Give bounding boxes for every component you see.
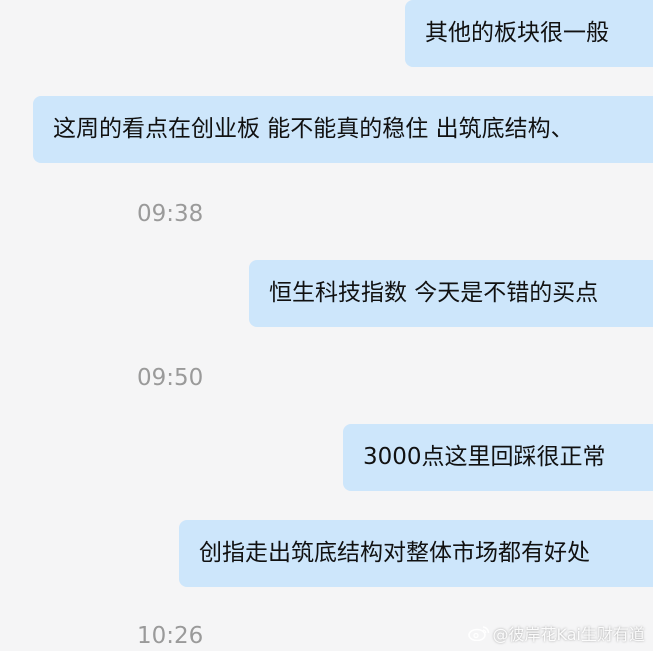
watermark: @彼岸花Kai生财有道 <box>467 621 645 645</box>
message-bubble-outgoing[interactable]: 这周的看点在创业板 能不能真的稳住 出筑底结构、 <box>33 96 653 163</box>
message-bubble-outgoing[interactable]: 其他的板块很一般 <box>405 0 653 67</box>
message-timestamp: 09:38 <box>137 201 204 227</box>
message-bubble-outgoing[interactable]: 3000点这里回踩很正常 <box>343 424 653 491</box>
message-timestamp: 09:50 <box>137 365 204 391</box>
watermark-text: @彼岸花Kai生财有道 <box>492 625 645 644</box>
message-bubble-outgoing[interactable]: 恒生科技指数 今天是不错的买点 <box>249 260 653 327</box>
chat-window: 其他的板块很一般 这周的看点在创业板 能不能真的稳住 出筑底结构、 09:38 … <box>0 0 653 651</box>
message-bubble-outgoing[interactable]: 创指走出筑底结构对整体市场都有好处 <box>179 520 653 587</box>
weibo-icon <box>467 625 490 642</box>
message-timestamp: 10:26 <box>137 623 204 649</box>
